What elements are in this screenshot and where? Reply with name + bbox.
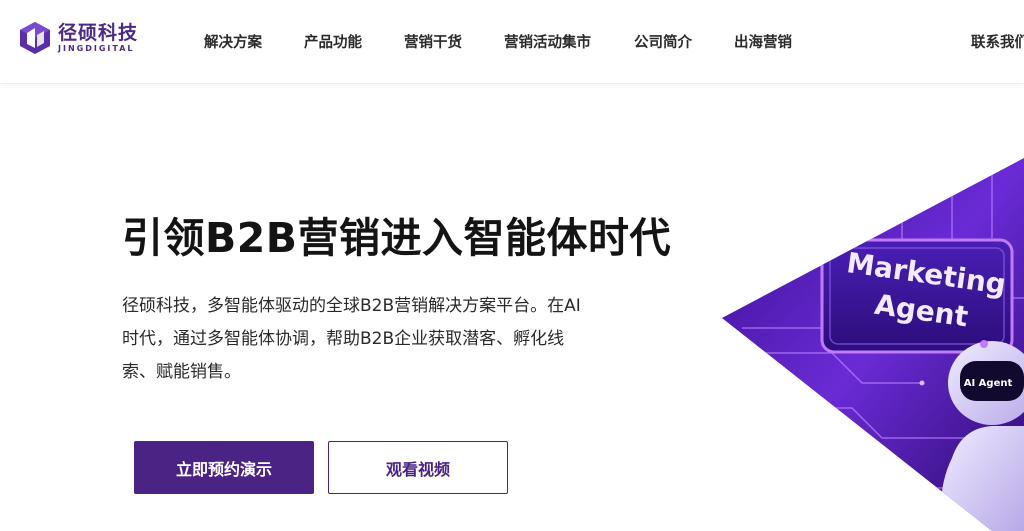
nav-item-global[interactable]: 出海营销: [734, 31, 792, 52]
site-header: 径硕科技 JINGDIGITAL 解决方案 产品功能 营销干货 营销活动集市 公…: [0, 0, 1024, 84]
nav-item-products[interactable]: 产品功能: [304, 31, 362, 52]
watch-video-button[interactable]: 观看视频: [328, 441, 508, 494]
hero-title: 引领B2B营销进入智能体时代: [122, 214, 672, 262]
nav-item-solutions[interactable]: 解决方案: [204, 31, 262, 52]
nav-item-insights[interactable]: 营销干货: [404, 31, 462, 52]
hero-description: 径硕科技，多智能体驱动的全球B2B营销解决方案平台。在AI时代，通过多智能体协调…: [122, 296, 581, 382]
nav-item-events[interactable]: 营销活动集市: [504, 31, 591, 52]
hero-illustration: Marketing Agent AI Agent: [722, 158, 1024, 531]
robot-visor-text: AI Agent: [964, 378, 1013, 389]
book-demo-button[interactable]: 立即预约演示: [134, 441, 314, 494]
nav-item-about[interactable]: 公司简介: [634, 31, 692, 52]
nav-item-contact[interactable]: 联系我们: [971, 31, 1024, 52]
main-nav: 解决方案 产品功能 营销干货 营销活动集市 公司简介 出海营销 联系我们: [0, 0, 1024, 84]
